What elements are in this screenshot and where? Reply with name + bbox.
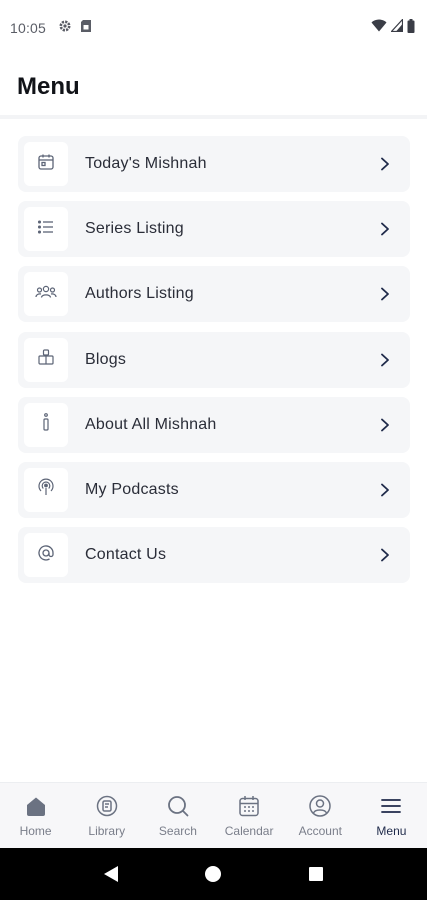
- menu-item-todays-mishnah[interactable]: Today's Mishnah: [18, 136, 410, 192]
- signal-icon: [390, 17, 404, 37]
- menu-item-authors-listing[interactable]: Authors Listing: [18, 266, 410, 323]
- status-left-icons: [58, 19, 92, 38]
- chevron-right-icon: [380, 418, 390, 432]
- gear-icon: [58, 19, 72, 38]
- nav-label: Home: [19, 824, 52, 838]
- menu-icon-box: [24, 533, 68, 578]
- nav-item-library[interactable]: Library: [71, 783, 142, 848]
- home-icon: [24, 794, 48, 818]
- chevron-right-icon: [380, 157, 390, 171]
- status-time: 10:05: [10, 20, 47, 36]
- menu-icon-box: [24, 142, 68, 186]
- menu-item-contact-us[interactable]: Contact Us: [18, 527, 410, 584]
- menu-item-label: Contact Us: [85, 546, 167, 564]
- nav-item-account[interactable]: Account: [285, 783, 356, 848]
- chevron-right-icon: [380, 287, 390, 301]
- nav-label: Calendar: [224, 824, 274, 838]
- nav-label: Account: [298, 824, 342, 838]
- chevron-right-icon: [380, 483, 390, 497]
- home-circle-icon: [205, 866, 222, 882]
- menu-item-label: Today's Mishnah: [85, 155, 207, 172]
- menu-icon: [380, 794, 402, 818]
- nav-label: Library: [88, 824, 126, 838]
- nav-label: Menu: [376, 824, 407, 838]
- sim-card-icon: [80, 19, 92, 38]
- menu-list: Today's Mishnah Series Listing Authors L…: [18, 136, 410, 592]
- battery-icon: [407, 18, 415, 38]
- back-triangle-icon: [104, 866, 119, 882]
- wifi-icon: [371, 19, 387, 37]
- nav-item-calendar[interactable]: Calendar: [214, 783, 285, 848]
- nav-label: Search: [158, 824, 197, 838]
- menu-item-label: Series Listing: [85, 220, 184, 238]
- menu-item-label: My Podcasts: [85, 480, 179, 498]
- podcast-icon: [37, 477, 55, 502]
- menu-item-label: Authors Listing: [85, 285, 194, 303]
- page-title: Menu: [17, 73, 80, 100]
- menu-item-label: Blogs: [85, 350, 127, 368]
- recents-button[interactable]: [296, 854, 336, 894]
- info-icon: [37, 412, 55, 437]
- menu-icon-box: [24, 402, 68, 447]
- calendar-icon: [37, 153, 55, 176]
- menu-icon-box: [24, 467, 68, 512]
- chevron-right-icon: [380, 548, 390, 562]
- at-icon: [37, 544, 55, 567]
- menu-icon-box: [24, 337, 68, 382]
- chevron-right-icon: [380, 222, 390, 236]
- blog-icon: [37, 348, 55, 371]
- list-icon: [37, 218, 55, 241]
- menu-item-blogs[interactable]: Blogs: [18, 331, 410, 388]
- menu-item-label: About All Mishnah: [85, 415, 217, 433]
- menu-item-my-podcasts[interactable]: My Podcasts: [18, 461, 410, 518]
- back-button[interactable]: [91, 854, 131, 894]
- nav-item-home[interactable]: Home: [0, 783, 71, 848]
- home-system-button[interactable]: [193, 854, 233, 894]
- calendar-icon: [237, 794, 261, 818]
- menu-item-about-all-mishnah[interactable]: About All Mishnah: [18, 396, 410, 453]
- library-icon: [95, 794, 119, 818]
- chevron-right-icon: [380, 353, 390, 367]
- status-bar: 10:05: [0, 0, 427, 56]
- account-icon: [308, 794, 332, 818]
- users-icon: [35, 283, 57, 306]
- title-divider: [0, 115, 427, 119]
- bottom-nav: Home Library Search Calendar Account Men…: [0, 782, 427, 848]
- menu-icon-box: [24, 272, 68, 317]
- status-right-icons: [371, 17, 415, 38]
- recents-square-icon: [308, 867, 323, 881]
- search-icon: [166, 794, 190, 818]
- nav-item-menu[interactable]: Menu: [356, 783, 427, 848]
- system-nav-bar: [0, 848, 427, 900]
- menu-item-series-listing[interactable]: Series Listing: [18, 201, 410, 258]
- menu-icon-box: [24, 207, 68, 252]
- nav-item-search[interactable]: Search: [142, 783, 213, 848]
